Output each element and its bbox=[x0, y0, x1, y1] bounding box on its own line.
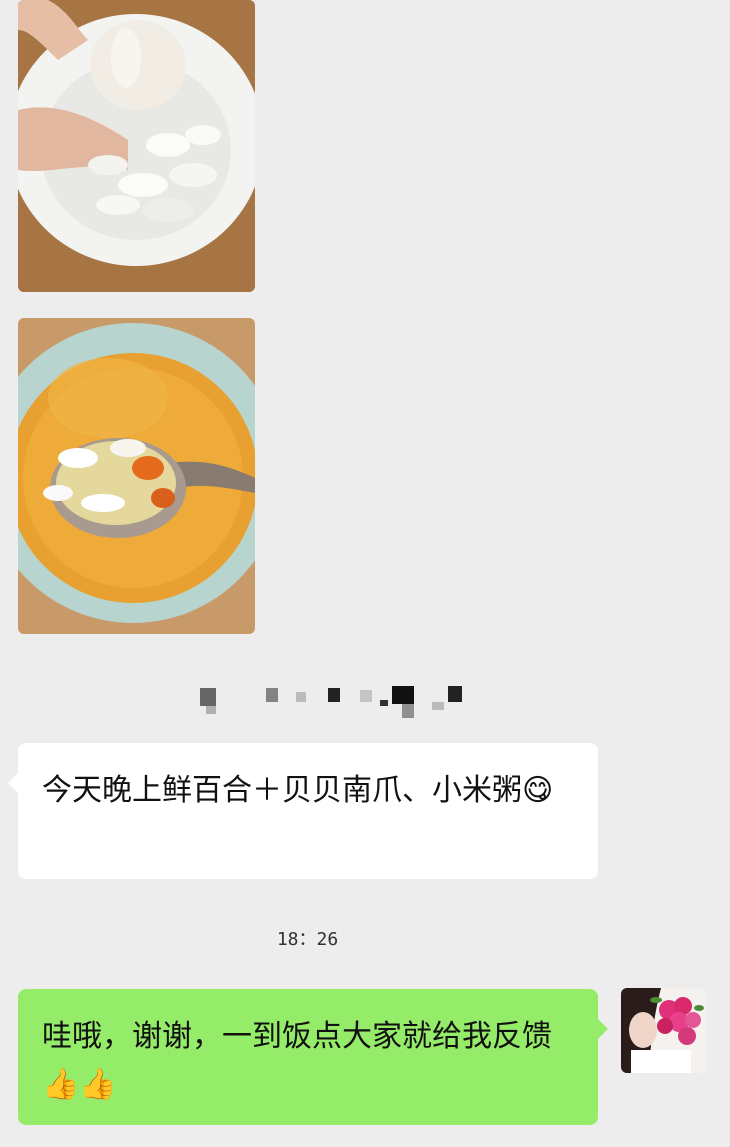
avatar-with-flowers-icon bbox=[621, 988, 706, 1073]
sender-name-blurred bbox=[200, 682, 470, 718]
incoming-message-bubble[interactable]: 今天晚上鲜百合＋贝贝南爪、小米粥😋 bbox=[8, 743, 598, 879]
outgoing-message-text: 哇哦，谢谢，一到饭点大家就给我反馈👍👍 bbox=[42, 1019, 552, 1102]
garlic-and-lily-bulb-photo-icon bbox=[18, 0, 255, 292]
chat-photo-lily-bulbs[interactable] bbox=[18, 0, 255, 292]
avatar[interactable] bbox=[621, 988, 706, 1073]
savoring-face-emoji-icon: 😋 bbox=[522, 773, 554, 808]
message-timestamp: 18：26 bbox=[276, 929, 339, 950]
thumbs-up-emoji-icon: 👍👍 bbox=[42, 1067, 117, 1102]
incoming-message-text: 今天晚上鲜百合＋贝贝南爪、小米粥😋 bbox=[42, 773, 554, 808]
chat-photo-porridge[interactable] bbox=[18, 318, 255, 634]
outgoing-message-bubble[interactable]: 哇哦，谢谢，一到饭点大家就给我反馈👍👍 bbox=[18, 989, 608, 1125]
pumpkin-millet-porridge-photo-icon bbox=[18, 318, 255, 634]
